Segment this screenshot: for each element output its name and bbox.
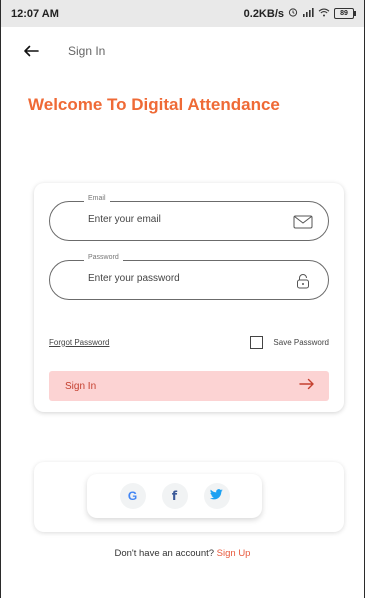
signup-row: Don't have an account? Sign Up	[1, 548, 364, 559]
sign-in-button[interactable]: Sign In	[49, 371, 329, 401]
lock-icon[interactable]	[292, 271, 314, 291]
twitter-icon	[209, 489, 223, 503]
password-field[interactable]: Password	[49, 254, 329, 300]
app-header: Sign In	[1, 36, 364, 66]
status-icons: 0.2KB/s 89	[243, 7, 356, 20]
email-field[interactable]: Email	[49, 195, 329, 241]
password-label: Password	[84, 254, 123, 261]
status-time: 12:07 AM	[11, 7, 59, 20]
sign-in-screen: 12:07 AM 0.2KB/s 89 Sign In Welcome To D…	[0, 0, 365, 598]
email-input[interactable]	[88, 214, 268, 225]
signup-prompt: Don't have an account?	[114, 548, 215, 559]
wifi-icon	[318, 8, 330, 20]
save-password-checkbox[interactable]	[250, 335, 264, 349]
page-title: Sign In	[68, 44, 106, 58]
forgot-password-link[interactable]: Forgot Password	[49, 338, 109, 347]
signal-icon	[302, 7, 314, 20]
google-icon: G	[127, 489, 138, 503]
save-password-label: Save Password	[273, 337, 329, 347]
arrow-right-icon	[299, 377, 315, 395]
google-login-button[interactable]: G	[119, 483, 146, 509]
social-login-card: G f	[34, 462, 344, 532]
facebook-login-button[interactable]: f	[161, 483, 188, 509]
battery-icon: 89	[334, 8, 356, 19]
sign-in-card: Email Password Forgot Password Save Pass…	[34, 183, 344, 412]
save-password-option: Save Password	[250, 335, 329, 349]
sign-in-label: Sign In	[65, 380, 97, 392]
sign-up-link[interactable]: Sign Up	[217, 548, 251, 559]
network-speed: 0.2KB/s	[243, 7, 284, 20]
back-arrow-icon[interactable]	[21, 41, 41, 61]
password-input[interactable]	[88, 273, 268, 284]
status-bar: 12:07 AM 0.2KB/s 89	[1, 0, 364, 27]
twitter-login-button[interactable]	[203, 483, 230, 509]
email-label: Email	[84, 195, 110, 202]
alarm-icon	[288, 7, 298, 20]
welcome-heading: Welcome To Digital Attendance	[28, 95, 280, 114]
facebook-icon: f	[171, 489, 178, 503]
form-options-row: Forgot Password Save Password	[49, 334, 329, 350]
mail-icon	[292, 212, 314, 232]
social-buttons-group: G f	[87, 474, 262, 518]
